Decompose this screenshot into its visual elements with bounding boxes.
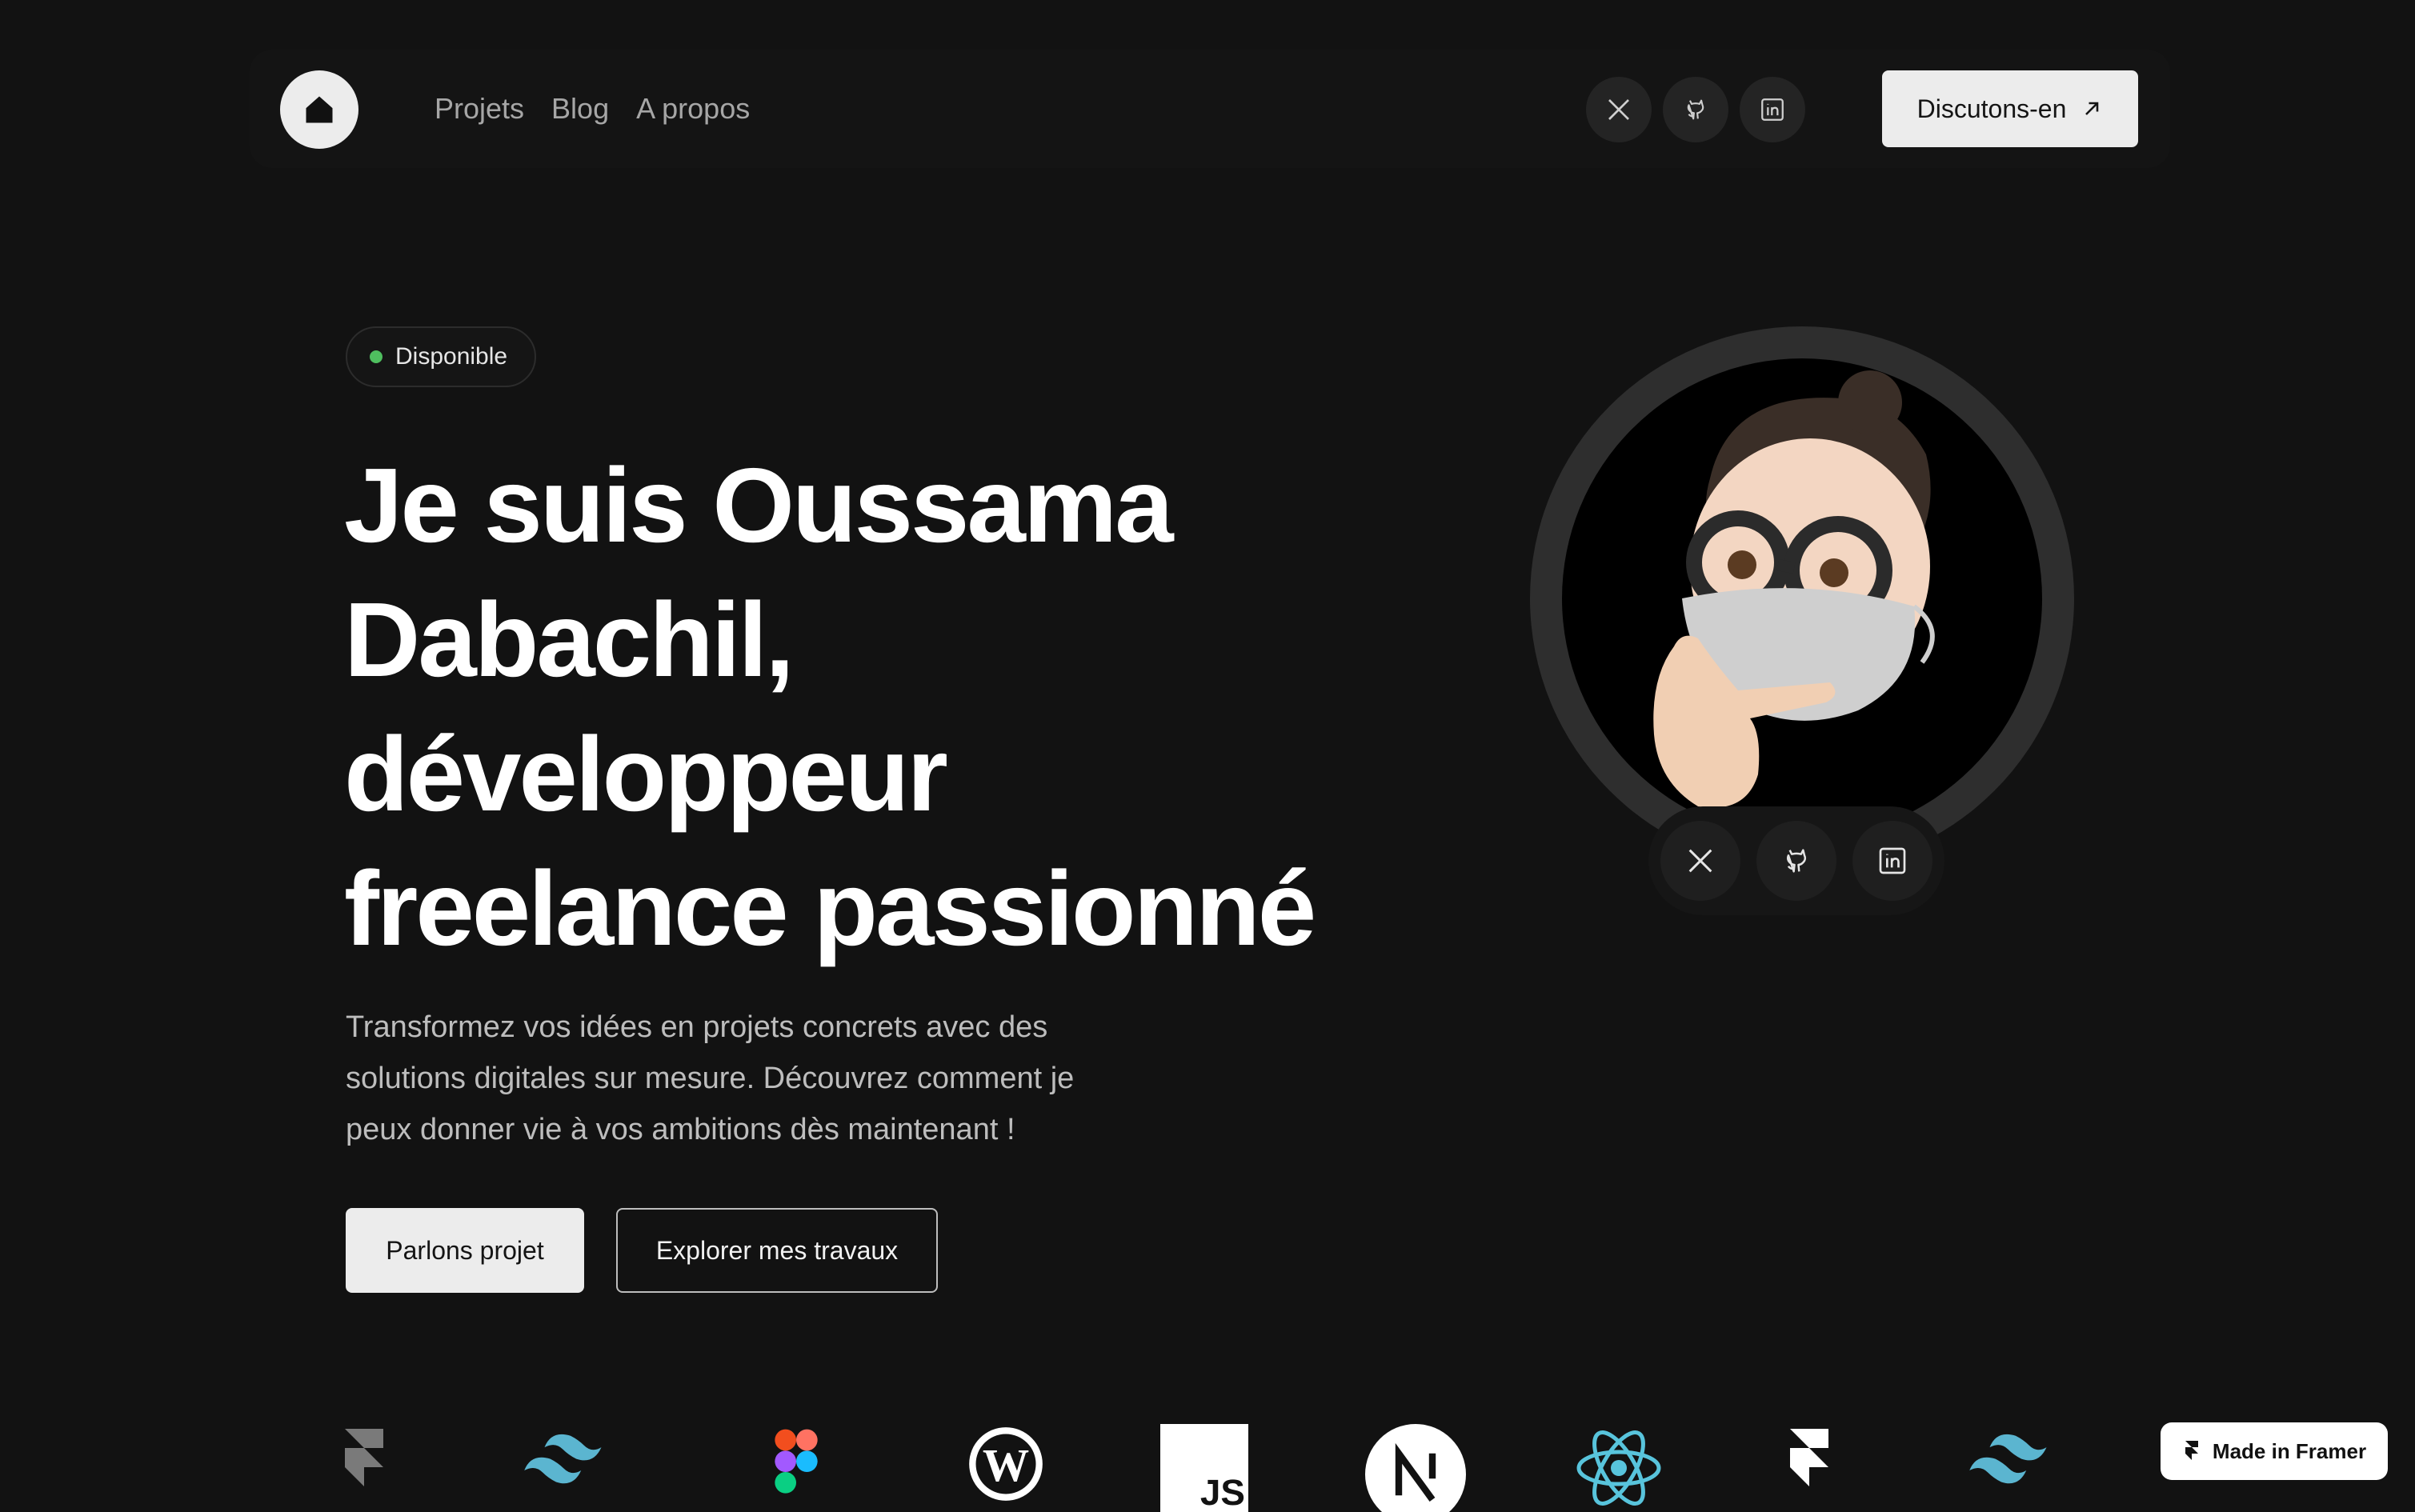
headline-line-3: développeur	[344, 715, 948, 833]
home-icon	[306, 96, 333, 123]
nav-link-a-propos[interactable]: A propos	[636, 86, 750, 131]
availability-badge: Disponible	[346, 326, 537, 387]
home-button[interactable]	[280, 70, 358, 149]
tailwind-logo-icon	[1964, 1424, 2068, 1512]
subtitle-line-2: solutions digitales sur mesure. Découvre…	[346, 1062, 1075, 1095]
explorer-travaux-button[interactable]: Explorer mes travaux	[616, 1208, 938, 1293]
avatar	[1562, 358, 2042, 838]
status-dot	[370, 350, 382, 363]
linkedin-icon	[1879, 847, 1906, 874]
avatar-social-links	[1648, 806, 1944, 915]
tech-logo-strip: W JS	[0, 1424, 2415, 1512]
github-icon	[1786, 849, 1807, 873]
hero-subtitle: Transformez vos idées en projets concret…	[346, 1002, 1178, 1155]
figma-logo-icon	[744, 1424, 848, 1512]
nav-link-projets[interactable]: Projets	[435, 86, 524, 131]
availability-label: Disponible	[395, 343, 508, 370]
x-icon	[1688, 849, 1712, 873]
subtitle-line-3: peux donner vie à vos ambitions dès main…	[346, 1113, 1015, 1146]
x-icon	[1608, 99, 1629, 120]
avatar-x-link[interactable]	[1660, 821, 1740, 901]
nav-linkedin-link[interactable]	[1740, 77, 1805, 142]
hero-headline: Je suis Oussama Dabachil, développeur fr…	[344, 438, 1400, 976]
nav-link-blog[interactable]: Blog	[551, 86, 609, 131]
subtitle-line-1: Transformez vos idées en projets concret…	[346, 1010, 1048, 1044]
nextjs-logo-icon	[1364, 1424, 1468, 1512]
headline-line-2: Dabachil,	[344, 581, 795, 698]
github-icon	[1687, 99, 1704, 120]
avatar-linkedin-link[interactable]	[1852, 821, 1932, 901]
headline-line-1: Je suis Oussama	[344, 446, 1174, 564]
page: Projets Blog A propos Discutons-en Dispo…	[0, 0, 2415, 1512]
made-in-framer-label: Made in Framer	[2212, 1438, 2367, 1463]
nav-social-links	[1586, 77, 1805, 142]
nav-x-link[interactable]	[1586, 77, 1652, 142]
made-in-framer-badge[interactable]: Made in Framer	[2161, 1422, 2388, 1480]
wordpress-logo-icon: W	[954, 1424, 1058, 1512]
memoji-avatar-icon	[1653, 370, 1935, 808]
linkedin-icon	[1761, 98, 1784, 121]
avatar-github-link[interactable]	[1756, 821, 1836, 901]
tailwind-logo-icon	[519, 1424, 623, 1512]
svg-text:JS: JS	[1200, 1472, 1245, 1512]
react-logo-icon	[1567, 1424, 1671, 1512]
framer-icon	[2185, 1441, 2198, 1460]
discutons-en-label: Discutons-en	[1916, 94, 2067, 123]
discutons-en-button[interactable]: Discutons-en	[1882, 70, 2138, 147]
javascript-logo-icon: JS	[1152, 1424, 1256, 1512]
svg-text:W: W	[983, 1439, 1029, 1491]
arrow-up-right-icon	[2085, 102, 2099, 115]
parlons-projet-button[interactable]: Parlons projet	[346, 1208, 584, 1293]
headline-line-4: freelance passionné	[344, 850, 1316, 967]
framer-logo-icon	[1757, 1424, 1861, 1512]
nav-links: Projets Blog A propos	[435, 86, 750, 131]
framer-logo-icon	[312, 1424, 416, 1512]
nav-github-link[interactable]	[1663, 77, 1728, 142]
